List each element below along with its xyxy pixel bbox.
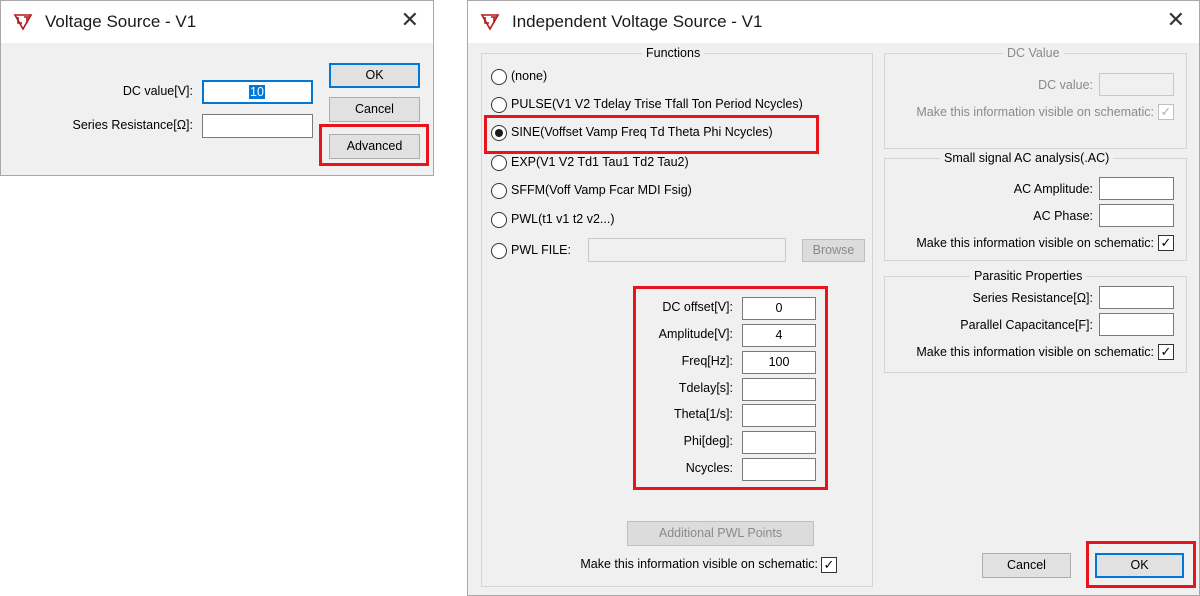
- parasitic-visible-label: Make this information visible on schemat…: [916, 345, 1154, 359]
- parallel-capacitance-input[interactable]: [1099, 313, 1174, 336]
- dc-value-title: DC Value: [1003, 46, 1064, 60]
- functions-title: Functions: [642, 46, 705, 60]
- title-bar: Independent Voltage Source - V1 ✕: [468, 1, 1199, 43]
- dc-value-label: DC value:: [1038, 78, 1093, 92]
- additional-pwl-button[interactable]: Additional PWL Points: [627, 521, 814, 546]
- functions-visible-checkbox[interactable]: ✓: [821, 557, 837, 573]
- sine-params-highlight: [633, 286, 828, 490]
- cancel-button[interactable]: Cancel: [329, 97, 420, 122]
- sine-option-highlight: [484, 115, 819, 154]
- parasitic-visible-checkbox[interactable]: ✓: [1158, 344, 1174, 360]
- option-pwl-file-label: PWL FILE:: [511, 243, 571, 257]
- ok-highlight: [1086, 541, 1196, 588]
- radio-sffm[interactable]: [491, 183, 507, 199]
- lt-app-icon: [480, 14, 500, 31]
- window-title: Voltage Source - V1: [45, 12, 197, 31]
- radio-pulse[interactable]: [491, 97, 507, 113]
- series-resistance-label: Series Resistance[Ω]:: [72, 118, 193, 132]
- series-resistance-input[interactable]: [202, 114, 313, 138]
- functions-visible-label: Make this information visible on schemat…: [580, 557, 818, 571]
- option-none-label: (none): [511, 69, 548, 83]
- cancel-button[interactable]: Cancel: [982, 553, 1071, 578]
- advanced-highlight: [319, 124, 429, 166]
- dc-visible-label: Make this information visible on schemat…: [916, 105, 1154, 119]
- radio-pwl-file[interactable]: [491, 243, 507, 259]
- series-resistance-label: Series Resistance[Ω]:: [972, 291, 1093, 305]
- close-icon[interactable]: ✕: [1167, 9, 1185, 31]
- dc-value-label: DC value[V]:: [122, 84, 193, 98]
- ac-visible-label: Make this information visible on schemat…: [916, 236, 1154, 250]
- dc-value-input[interactable]: 10: [202, 80, 313, 104]
- independent-voltage-source-dialog: Independent Voltage Source - V1 ✕ Functi…: [467, 0, 1200, 596]
- option-sffm-label: SFFM(Voff Vamp Fcar MDI Fsig): [511, 183, 692, 197]
- parasitic-title: Parasitic Properties: [970, 269, 1087, 283]
- close-icon[interactable]: ✕: [401, 9, 419, 31]
- radio-pwl[interactable]: [491, 212, 507, 228]
- ac-visible-checkbox[interactable]: ✓: [1158, 235, 1174, 251]
- lt-app-icon: [13, 14, 33, 31]
- title-bar: Voltage Source - V1 ✕: [1, 1, 433, 43]
- option-pwl-label: PWL(t1 v1 t2 v2...): [511, 212, 615, 226]
- radio-exp[interactable]: [491, 155, 507, 171]
- parallel-capacitance-label: Parallel Capacitance[F]:: [960, 318, 1093, 332]
- ac-phase-input[interactable]: [1099, 204, 1174, 227]
- ac-title: Small signal AC analysis(.AC): [940, 151, 1114, 165]
- window-title: Independent Voltage Source - V1: [512, 12, 763, 31]
- dc-value-group: [884, 53, 1187, 149]
- ac-phase-label: AC Phase:: [1033, 209, 1093, 223]
- ok-button[interactable]: OK: [329, 63, 420, 88]
- ac-amplitude-input[interactable]: [1099, 177, 1174, 200]
- ac-amplitude-label: AC Amplitude:: [1013, 182, 1093, 196]
- browse-button[interactable]: Browse: [802, 239, 865, 262]
- dc-value-input[interactable]: [1099, 73, 1174, 96]
- radio-none[interactable]: [491, 69, 507, 85]
- option-exp-label: EXP(V1 V2 Td1 Tau1 Td2 Tau2): [511, 155, 689, 169]
- series-resistance-input[interactable]: [1099, 286, 1174, 309]
- dc-visible-checkbox[interactable]: ✓: [1158, 104, 1174, 120]
- pwl-file-input[interactable]: [588, 238, 786, 262]
- option-pulse-label: PULSE(V1 V2 Tdelay Trise Tfall Ton Perio…: [511, 97, 803, 111]
